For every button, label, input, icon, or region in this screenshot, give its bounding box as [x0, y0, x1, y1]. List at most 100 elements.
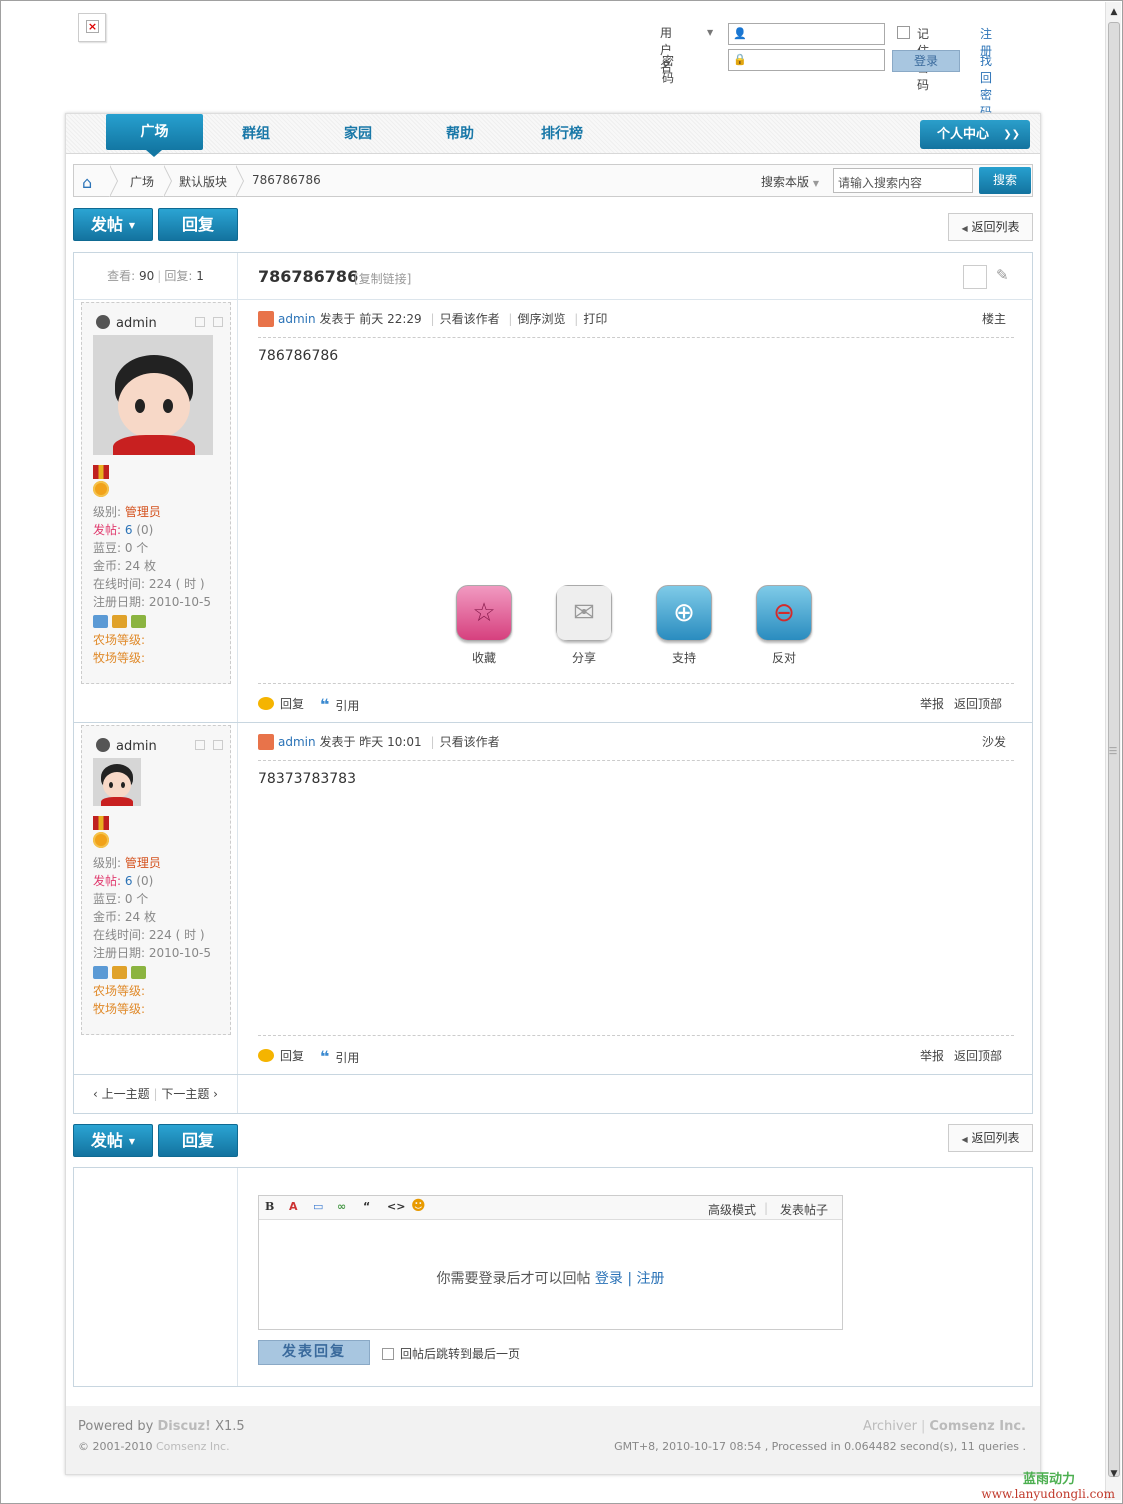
author-name[interactable]: admin — [96, 315, 157, 331]
handshake-icon[interactable] — [112, 966, 127, 979]
back-to-list-button[interactable]: ◀ 返回列表 — [948, 213, 1033, 241]
back-to-top-link[interactable]: 返回顶部 — [954, 1047, 1002, 1064]
reply-button-bottom[interactable]: 回复 — [158, 1124, 238, 1157]
quote-icon[interactable]: “ — [363, 1200, 370, 1213]
submit-reply-button[interactable]: 发表回复 — [258, 1340, 370, 1365]
report-link[interactable]: 举报 — [920, 1047, 944, 1064]
chevron-down-icon[interactable]: ▼ — [707, 28, 713, 37]
only-author-link[interactable]: 只看该作者 — [440, 735, 500, 749]
copy-link[interactable]: [复制链接] — [354, 270, 411, 287]
wrench-icon[interactable]: ✎ — [996, 266, 1009, 284]
report-link[interactable]: 举报 — [920, 695, 944, 712]
tab-help[interactable]: 帮助 — [430, 114, 490, 154]
reply-link[interactable]: 回复 — [258, 1047, 304, 1064]
post-author[interactable]: admin — [278, 312, 316, 326]
post-button[interactable]: 发帖 ▼ — [73, 208, 153, 241]
password-input[interactable]: 🔒 — [728, 49, 885, 71]
only-author-link[interactable]: 只看该作者 — [440, 312, 500, 326]
prev-thread-link[interactable]: ‹ 上一主题 — [93, 1087, 150, 1101]
reply-editor: B A ▭ ∞ “ <> ☻ 高级模式 | 发表帖子 你需要登录后才可以回帖 登… — [258, 1195, 843, 1330]
editor-login-link[interactable]: 登录 — [595, 1271, 623, 1287]
main-nav: 广场 群组 家园 帮助 排行榜 个人中心 ❯❯ — [66, 114, 1040, 157]
search-scope-select[interactable]: 搜索本版 ▼ — [761, 173, 819, 190]
support-button[interactable]: ⊕ 支持 — [654, 585, 714, 666]
tab-home[interactable]: 家园 — [328, 114, 388, 154]
window-icon[interactable] — [195, 317, 205, 327]
back-to-top-link[interactable]: 返回顶部 — [954, 695, 1002, 712]
message-icon[interactable] — [93, 615, 108, 628]
back-to-list-label: 返回列表 — [971, 220, 1020, 234]
breadcrumb-forum[interactable]: 默认版块 — [179, 173, 227, 190]
favorite-button[interactable]: ☆ 收藏 — [454, 585, 514, 666]
reply-link[interactable]: 回复 — [258, 695, 304, 712]
breadcrumb-plaza[interactable]: 广场 — [130, 173, 154, 190]
post-button-bottom[interactable]: 发帖 ▼ — [73, 1124, 153, 1157]
username-input[interactable]: 👤 — [728, 23, 885, 45]
divider: | — [574, 312, 579, 326]
author-name[interactable]: admin — [96, 738, 157, 754]
copyright-org[interactable]: Comsenz Inc. — [156, 1440, 230, 1453]
image-icon[interactable]: ▭ — [313, 1200, 323, 1213]
quote-link[interactable]: ❝ 引用 — [320, 1047, 359, 1066]
vertical-scrollbar[interactable]: ▲ — — — ▼ — [1105, 2, 1121, 1500]
smiley-icon[interactable]: ☻ — [411, 1198, 426, 1214]
window-icon[interactable] — [213, 740, 223, 750]
tab-groups[interactable]: 群组 — [226, 114, 286, 154]
login-button[interactable]: 登录 — [892, 50, 960, 72]
checkbox-square[interactable] — [963, 265, 987, 289]
triangle-left-icon: ◀ — [961, 1135, 968, 1144]
gift-icon[interactable] — [131, 615, 146, 628]
advanced-mode-link[interactable]: 高级模式 — [708, 1201, 756, 1218]
bold-icon[interactable]: B — [265, 1200, 274, 1213]
reply-button[interactable]: 回复 — [158, 208, 238, 241]
level-value[interactable]: 管理员 — [125, 505, 161, 519]
replies-count: 1 — [196, 269, 204, 283]
link-icon[interactable]: ∞ — [337, 1200, 346, 1213]
search-input[interactable]: 请输入搜索内容 — [833, 168, 973, 193]
post-button-label: 发帖 — [90, 215, 123, 234]
powered-product[interactable]: Discuz! — [158, 1419, 211, 1434]
remember-checkbox[interactable] — [897, 26, 910, 39]
post-author[interactable]: admin — [278, 735, 316, 749]
oppose-button[interactable]: ⊖ 反对 — [754, 585, 814, 666]
back-to-list-button-bottom[interactable]: ◀ 返回列表 — [948, 1124, 1033, 1152]
tab-plaza[interactable]: 广场 — [106, 114, 203, 157]
print-link[interactable]: 打印 — [583, 312, 607, 326]
post-item: admin 级别: 管理员 发帖: 6 (0) 蓝豆: 0 个 金币: 24 枚 — [73, 723, 1033, 1075]
next-thread-link[interactable]: 下一主题 › — [161, 1087, 218, 1101]
editor-register-link[interactable]: 注册 — [637, 1271, 665, 1287]
avatar-shirt — [113, 435, 195, 455]
avatar[interactable] — [93, 335, 213, 455]
posts-count[interactable]: 6 — [125, 874, 133, 888]
code-icon[interactable]: <> — [387, 1200, 405, 1213]
medal-icon — [93, 465, 113, 497]
posts-count[interactable]: 6 — [125, 523, 133, 537]
home-icon[interactable]: ⌂ — [82, 173, 92, 192]
scroll-up-icon[interactable]: ▲ — [1106, 4, 1122, 20]
tab-ranking[interactable]: 排行榜 — [532, 114, 592, 154]
jump-checkbox[interactable] — [382, 1348, 394, 1360]
publish-post-link[interactable]: 发表帖子 — [780, 1201, 828, 1218]
jump-option[interactable]: 回帖后跳转到最后一页 — [382, 1345, 520, 1362]
posted-prefix: 发表于 — [319, 312, 356, 326]
share-button[interactable]: ✉ 分享 — [554, 585, 614, 666]
avatar[interactable] — [93, 758, 141, 806]
quote-link[interactable]: ❝ 引用 — [320, 695, 359, 714]
gift-icon[interactable] — [131, 966, 146, 979]
user-icon — [96, 315, 110, 329]
post-content: 78373783783 — [258, 771, 356, 787]
handshake-icon[interactable] — [112, 615, 127, 628]
font-color-icon[interactable]: A — [289, 1200, 298, 1213]
window-icon[interactable] — [213, 317, 223, 327]
company-link[interactable]: Comsenz Inc. — [929, 1419, 1026, 1434]
personal-center-button[interactable]: 个人中心 ❯❯ — [920, 120, 1030, 149]
message-icon[interactable] — [93, 966, 108, 979]
reverse-link[interactable]: 倒序浏览 — [517, 312, 565, 326]
archiver-link[interactable]: Archiver — [863, 1419, 917, 1434]
level-value[interactable]: 管理员 — [125, 856, 161, 870]
search-button[interactable]: 搜索 — [979, 167, 1031, 194]
divider: | — [153, 1087, 158, 1101]
window-icon[interactable] — [195, 740, 205, 750]
author-actions — [93, 966, 150, 982]
forgot-password-link[interactable]: 找回密码 — [980, 52, 992, 120]
